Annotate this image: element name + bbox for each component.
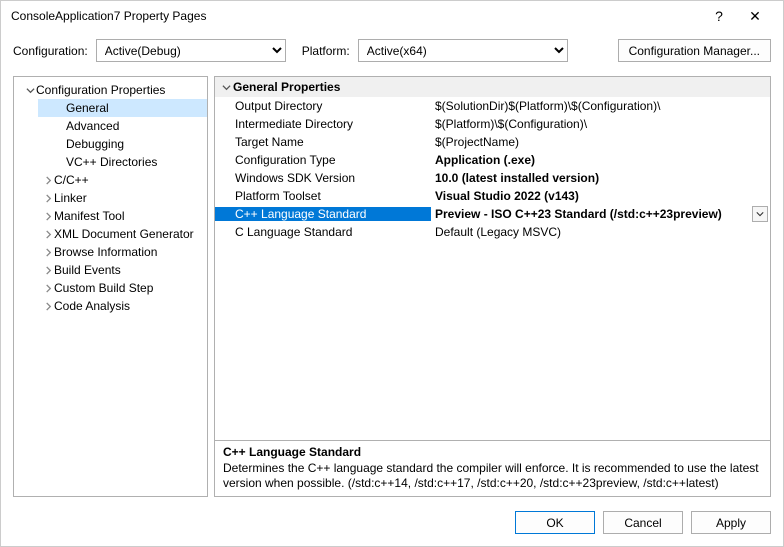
- tree-label: General: [54, 101, 109, 115]
- window-title: ConsoleApplication7 Property Pages: [11, 9, 701, 23]
- tree-label: Debugging: [54, 137, 124, 151]
- property-name: Platform Toolset: [215, 189, 431, 203]
- tree-node-general[interactable]: General: [38, 99, 207, 117]
- description-title: C++ Language Standard: [223, 445, 762, 459]
- platform-label: Platform:: [302, 44, 350, 58]
- configuration-label: Configuration:: [13, 44, 88, 58]
- property-row[interactable]: Windows SDK Version10.0 (latest installe…: [215, 169, 770, 187]
- platform-select[interactable]: Active(x64): [358, 39, 568, 62]
- property-row[interactable]: Intermediate Directory$(Platform)\$(Conf…: [215, 115, 770, 133]
- property-value[interactable]: Visual Studio 2022 (v143): [431, 189, 770, 203]
- chevron-right-icon[interactable]: [42, 212, 54, 221]
- ok-button[interactable]: OK: [515, 511, 595, 534]
- chevron-right-icon[interactable]: [42, 284, 54, 293]
- tree-node-c-c-[interactable]: C/C++: [38, 171, 207, 189]
- property-value[interactable]: $(ProjectName): [431, 135, 770, 149]
- tree-node-advanced[interactable]: Advanced: [38, 117, 207, 135]
- cancel-button[interactable]: Cancel: [603, 511, 683, 534]
- tree-node-custom-build-step[interactable]: Custom Build Step: [38, 279, 207, 297]
- chevron-down-icon[interactable]: [219, 83, 233, 92]
- right-panel: General Properties Output Directory$(Sol…: [214, 76, 771, 497]
- config-row: Configuration: Active(Debug) Platform: A…: [1, 31, 783, 70]
- tree-label: Manifest Tool: [54, 209, 124, 223]
- property-name: Intermediate Directory: [215, 117, 431, 131]
- tree-label: Advanced: [54, 119, 119, 133]
- property-grid[interactable]: General Properties Output Directory$(Sol…: [214, 76, 771, 441]
- tree-label: VC++ Directories: [54, 155, 157, 169]
- property-name: Target Name: [215, 135, 431, 149]
- tree-node-code-analysis[interactable]: Code Analysis: [38, 297, 207, 315]
- tree-label: Code Analysis: [54, 299, 130, 313]
- property-value[interactable]: Preview - ISO C++23 Standard (/std:c++23…: [431, 206, 770, 222]
- chevron-down-icon[interactable]: [24, 86, 36, 95]
- property-name: Windows SDK Version: [215, 171, 431, 185]
- property-value[interactable]: Default (Legacy MSVC): [431, 225, 770, 239]
- property-row[interactable]: Platform ToolsetVisual Studio 2022 (v143…: [215, 187, 770, 205]
- tree-label: Build Events: [54, 263, 121, 277]
- close-button[interactable]: ✕: [737, 8, 773, 25]
- tree-root: Configuration Properties General Advanced…: [14, 81, 207, 315]
- chevron-right-icon[interactable]: [42, 266, 54, 275]
- configuration-select[interactable]: Active(Debug): [96, 39, 286, 62]
- tree-node-browse-information[interactable]: Browse Information: [38, 243, 207, 261]
- property-value[interactable]: $(Platform)\$(Configuration)\: [431, 117, 770, 131]
- tree-node-manifest-tool[interactable]: Manifest Tool: [38, 207, 207, 225]
- tree-label: Custom Build Step: [54, 281, 153, 295]
- tree-node-build-events[interactable]: Build Events: [38, 261, 207, 279]
- property-row[interactable]: Target Name$(ProjectName): [215, 133, 770, 151]
- chevron-right-icon[interactable]: [42, 176, 54, 185]
- property-row[interactable]: Output Directory$(SolutionDir)$(Platform…: [215, 97, 770, 115]
- chevron-right-icon[interactable]: [42, 230, 54, 239]
- description-body: Determines the C++ language standard the…: [223, 461, 762, 491]
- main-area: Configuration Properties General Advanced…: [1, 70, 783, 503]
- property-group-header[interactable]: General Properties: [215, 77, 770, 97]
- property-value[interactable]: Application (.exe): [431, 153, 770, 167]
- description-panel: C++ Language Standard Determines the C++…: [214, 441, 771, 497]
- help-button[interactable]: ?: [701, 8, 737, 24]
- group-name: General Properties: [233, 80, 340, 94]
- tree-panel[interactable]: Configuration Properties General Advanced…: [13, 76, 208, 497]
- property-name: C++ Language Standard: [215, 207, 431, 221]
- tree-label: C/C++: [54, 173, 89, 187]
- property-name: Configuration Type: [215, 153, 431, 167]
- property-row[interactable]: Configuration TypeApplication (.exe): [215, 151, 770, 169]
- tree-node-vc-directories[interactable]: VC++ Directories: [38, 153, 207, 171]
- property-value[interactable]: 10.0 (latest installed version): [431, 171, 770, 185]
- property-value[interactable]: $(SolutionDir)$(Platform)\$(Configuratio…: [431, 99, 770, 113]
- tree-node-linker[interactable]: Linker: [38, 189, 207, 207]
- title-bar: ConsoleApplication7 Property Pages ? ✕: [1, 1, 783, 31]
- dropdown-button[interactable]: [752, 206, 768, 222]
- tree-label: XML Document Generator: [54, 227, 194, 241]
- property-name: Output Directory: [215, 99, 431, 113]
- tree-label: Linker: [54, 191, 87, 205]
- apply-button[interactable]: Apply: [691, 511, 771, 534]
- chevron-right-icon[interactable]: [42, 302, 54, 311]
- tree-label: Configuration Properties: [36, 83, 165, 97]
- chevron-right-icon[interactable]: [42, 194, 54, 203]
- tree-label: Browse Information: [54, 245, 157, 259]
- tree-node-debugging[interactable]: Debugging: [38, 135, 207, 153]
- configuration-manager-button[interactable]: Configuration Manager...: [618, 39, 771, 62]
- property-row[interactable]: C Language StandardDefault (Legacy MSVC): [215, 223, 770, 241]
- dialog-buttons: OK Cancel Apply: [1, 503, 783, 546]
- tree-node-configuration-properties[interactable]: Configuration Properties: [20, 81, 207, 99]
- chevron-right-icon[interactable]: [42, 248, 54, 257]
- tree-node-xml-document-generator[interactable]: XML Document Generator: [38, 225, 207, 243]
- property-name: C Language Standard: [215, 225, 431, 239]
- property-row[interactable]: C++ Language StandardPreview - ISO C++23…: [215, 205, 770, 223]
